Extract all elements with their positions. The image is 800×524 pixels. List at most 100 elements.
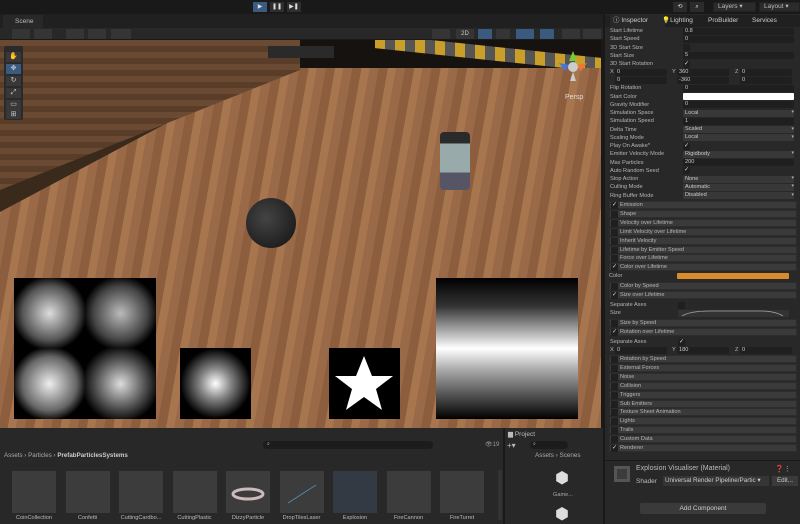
dropdown[interactable]: Local xyxy=(683,109,794,117)
checkbox[interactable]: ✓ xyxy=(611,202,618,209)
asset-thumbnail[interactable] xyxy=(65,471,110,513)
asset-thumbnail[interactable] xyxy=(172,471,217,513)
rotation-x2-field[interactable]: 0 xyxy=(615,76,667,84)
create-button[interactable]: +▾ xyxy=(507,441,516,450)
pause-button[interactable]: ❚❚ xyxy=(270,2,284,12)
dropdown[interactable]: Disabled xyxy=(683,192,794,200)
color-gradient-field[interactable] xyxy=(677,273,789,279)
tab-lighting[interactable]: 💡Lighting xyxy=(662,15,693,27)
checkbox[interactable] xyxy=(611,418,618,426)
separate-axes-checkbox[interactable]: ✓ xyxy=(678,338,685,346)
module-color-over-lifetime[interactable]: ✓ Color over Lifetime xyxy=(609,263,797,272)
module-velocity-over-lifetime[interactable]: Velocity over Lifetime xyxy=(609,218,797,227)
checkbox[interactable] xyxy=(611,210,618,218)
unity-scene-icon[interactable]: ⬢ xyxy=(555,504,569,524)
rotation-y2-field[interactable]: -360 xyxy=(677,76,729,84)
module-noise[interactable]: Noise xyxy=(609,372,797,381)
rotation-z2-field[interactable]: 0 xyxy=(740,76,792,84)
dropdown[interactable]: None xyxy=(683,175,794,183)
checkbox[interactable] xyxy=(611,373,618,381)
effects-toggle-icon[interactable] xyxy=(516,29,534,39)
checkbox[interactable] xyxy=(611,391,618,399)
checkbox[interactable]: ✓ xyxy=(611,292,618,299)
value-field[interactable]: 0 xyxy=(683,35,794,43)
material-help-icon[interactable]: ❓⋮ xyxy=(775,465,791,473)
checkbox[interactable]: ✓ xyxy=(611,445,618,452)
module-rotation-over-lifetime[interactable]: ✓ Rotation over Lifetime xyxy=(609,328,797,336)
shading-dropdown[interactable] xyxy=(432,29,450,39)
value-field[interactable]: 0 xyxy=(683,84,794,92)
checkbox[interactable] xyxy=(611,364,618,372)
asset-thumbnail[interactable] xyxy=(440,471,484,513)
play-button[interactable]: ▶ xyxy=(253,2,267,12)
checkbox[interactable] xyxy=(611,237,618,245)
character-object[interactable] xyxy=(440,132,470,190)
rotation-y-field[interactable]: 180 xyxy=(677,346,729,354)
module-limit-velocity-over-lifetime[interactable]: Limit Velocity over Lifetime xyxy=(609,227,797,236)
module-force-over-lifetime[interactable]: Force over Lifetime xyxy=(609,254,797,263)
checkbox[interactable] xyxy=(611,400,618,408)
checkbox[interactable] xyxy=(611,228,618,236)
unity-scene-icon[interactable]: ⬢ xyxy=(555,468,569,488)
separate-axes-checkbox[interactable] xyxy=(678,301,685,309)
module-size-by-speed[interactable]: Size by Speed xyxy=(609,319,797,327)
asset-thumbnail[interactable] xyxy=(119,471,163,513)
add-component-button[interactable]: Add Component xyxy=(640,503,766,514)
breadcrumb-current[interactable]: PrefabParticlesSystems xyxy=(57,452,128,459)
breadcrumb-assets[interactable]: Assets xyxy=(4,452,23,459)
checkbox[interactable] xyxy=(611,436,618,444)
tab-project[interactable]: ▆ Project xyxy=(508,430,535,438)
module-external-forces[interactable]: External Forces xyxy=(609,363,797,372)
shader-dropdown[interactable]: Universal Render Pipeline/Partic ▾ xyxy=(663,476,769,486)
toggle-2d-button[interactable]: 2D xyxy=(456,29,474,39)
hidden-objects-icon[interactable] xyxy=(540,29,554,39)
checkbox[interactable] xyxy=(611,219,618,227)
layers-dropdown[interactable]: Layers ▾ xyxy=(713,2,756,12)
step-button[interactable]: ▶❚ xyxy=(287,2,301,12)
module-shape[interactable]: Shape xyxy=(609,209,797,218)
scale-tool-icon[interactable]: ⤢ xyxy=(6,88,21,98)
module-sub-emitters[interactable]: Sub Emitters xyxy=(609,399,797,408)
value-field[interactable]: 1 xyxy=(683,117,794,125)
tab-services[interactable]: Services xyxy=(752,15,777,27)
perspective-label[interactable]: Persp xyxy=(565,94,583,101)
checkbox[interactable] xyxy=(611,427,618,435)
value-field[interactable]: 0.8 xyxy=(683,27,794,35)
asset-thumbnail[interactable] xyxy=(279,471,324,513)
asset-thumbnail[interactable] xyxy=(333,471,377,513)
module-renderer[interactable]: ✓ Renderer xyxy=(609,444,797,452)
checkbox[interactable]: ✓ xyxy=(683,142,690,150)
size-curve-field[interactable] xyxy=(678,309,789,317)
value-field[interactable]: 5 xyxy=(683,52,794,60)
rotate-tool-icon[interactable]: ↻ xyxy=(6,76,21,86)
camera-dropdown[interactable] xyxy=(562,29,580,39)
rotation-y-field[interactable]: 360 xyxy=(677,68,729,76)
checkbox[interactable] xyxy=(611,320,618,327)
lighting-toggle-icon[interactable] xyxy=(478,29,492,39)
rotation-z-field[interactable]: 0 xyxy=(740,68,792,76)
tab-inspector[interactable]: ⓘ Inspector xyxy=(610,15,665,27)
grid-snap-dropdown[interactable] xyxy=(66,29,84,39)
tab-scene[interactable]: Scene xyxy=(3,15,43,28)
draw-mode-dropdown[interactable] xyxy=(12,29,30,39)
module-inherit-velocity[interactable]: Inherit Velocity xyxy=(609,236,797,245)
transform-tool-icon[interactable]: ⊞ xyxy=(6,110,21,119)
tab-probuilder[interactable]: ProBuilder xyxy=(708,15,738,27)
breadcrumb-scenes[interactable]: Scenes xyxy=(560,452,581,459)
project-scrollbar[interactable] xyxy=(498,470,502,520)
module-emission[interactable]: ✓ Emission xyxy=(609,201,797,209)
move-tool-icon[interactable]: ✥ xyxy=(6,64,21,74)
checkbox[interactable] xyxy=(611,255,618,263)
checkbox[interactable] xyxy=(611,409,618,417)
checkbox[interactable]: ✓ xyxy=(611,264,618,272)
gizmos-dropdown[interactable] xyxy=(583,29,601,39)
layout-dropdown[interactable]: Layout ▾ xyxy=(759,2,800,12)
module-custom-data[interactable]: Custom Data xyxy=(609,435,797,444)
value-field[interactable]: 200 xyxy=(683,159,794,167)
history-icon[interactable]: ⟲ xyxy=(673,2,687,12)
dropdown[interactable]: Local xyxy=(683,134,794,142)
checkbox[interactable]: ✓ xyxy=(683,60,690,68)
hand-tool-icon[interactable]: ✋ xyxy=(6,52,21,62)
view-options-dropdown[interactable] xyxy=(111,29,131,39)
asset-thumbnail[interactable] xyxy=(226,471,270,513)
